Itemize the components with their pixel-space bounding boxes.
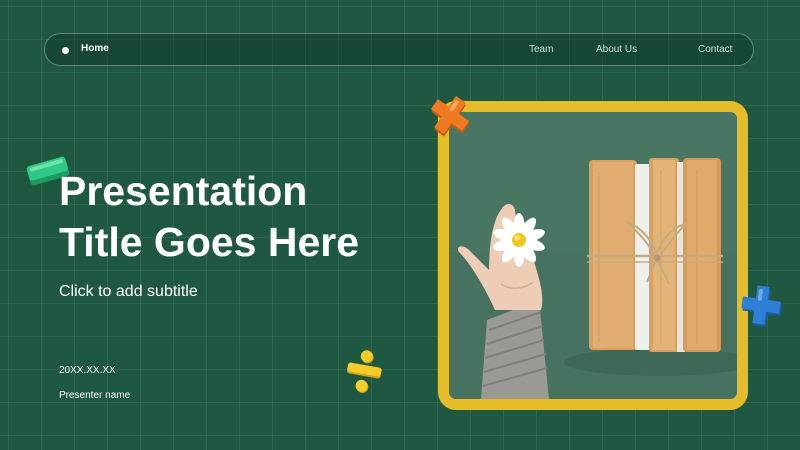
nav-link-contact[interactable]: Contact	[698, 44, 732, 55]
nav-link-team[interactable]: Team	[529, 44, 553, 55]
presenter-name[interactable]: Presenter name	[59, 390, 130, 401]
slide-subtitle[interactable]: Click to add subtitle	[59, 283, 198, 301]
title-line-2: Title Goes Here	[59, 219, 360, 265]
slide-title[interactable]: Presentation Title Goes Here	[59, 166, 429, 268]
nav-link-home[interactable]: Home	[81, 43, 109, 54]
photo-frame	[438, 101, 748, 410]
presentation-date[interactable]: 20XX.XX.XX	[59, 365, 116, 376]
slide: Home Team About Us Contact Presentation …	[0, 0, 800, 450]
nav-link-about-us[interactable]: About Us	[596, 44, 637, 55]
divide-icon	[346, 350, 382, 393]
book-stack	[587, 158, 723, 352]
hand-with-daisy-and-books-image[interactable]	[449, 112, 737, 399]
nav-active-dot	[62, 47, 69, 54]
title-line-1: Presentation	[59, 168, 308, 214]
plus-icon	[741, 285, 782, 327]
nav-bar: Home Team About Us Contact	[44, 33, 754, 66]
